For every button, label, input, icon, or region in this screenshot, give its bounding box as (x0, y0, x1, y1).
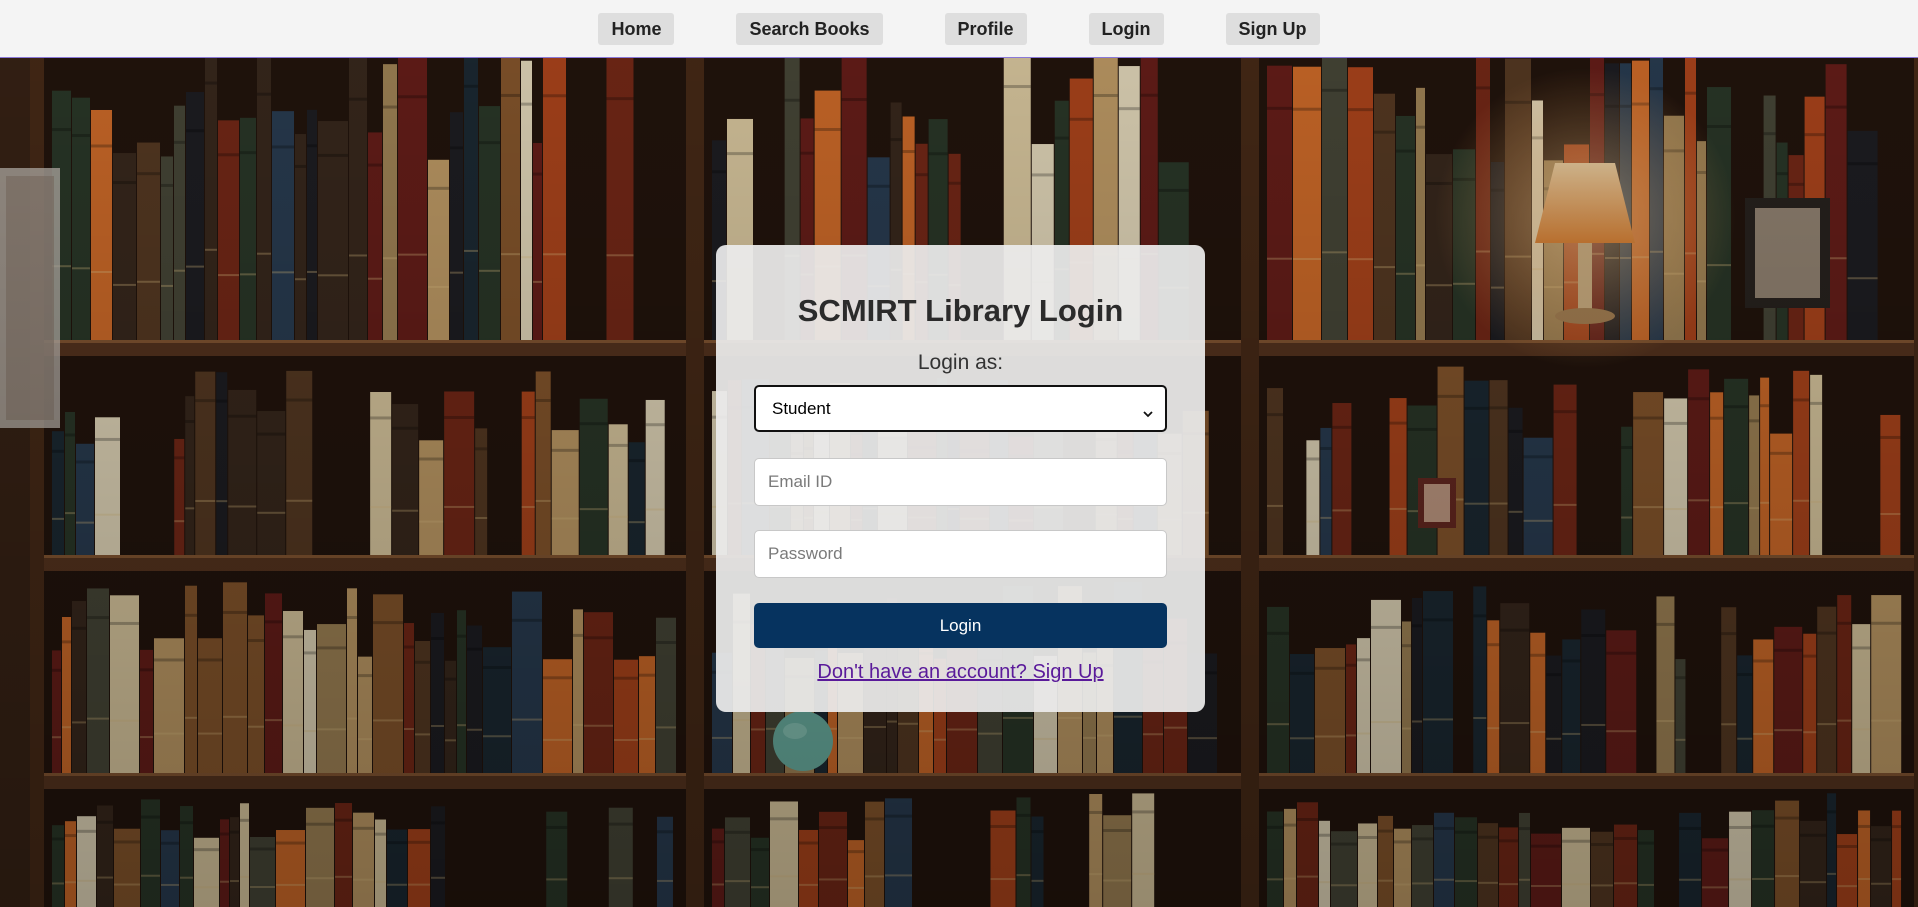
login-submit-button[interactable]: Login (754, 603, 1167, 648)
top-nav: Home Search Books Profile Login Sign Up (0, 0, 1918, 58)
nav-search-books-button[interactable]: Search Books (736, 12, 883, 45)
chevron-down-icon (1143, 404, 1153, 417)
nav-login-button[interactable]: Login (1088, 12, 1164, 45)
email-field[interactable] (754, 458, 1167, 506)
password-field[interactable] (754, 530, 1167, 578)
role-select-value: Student (772, 398, 831, 418)
nav-profile-button[interactable]: Profile (944, 12, 1027, 45)
nav-home-button[interactable]: Home (598, 12, 675, 45)
role-label: Login as: (917, 351, 1004, 374)
login-title: SCMIRT Library Login (797, 293, 1124, 328)
login-card: SCMIRT Library Login Login as: Student L… (716, 245, 1205, 712)
signup-link[interactable]: Don't have an account? Sign Up (754, 661, 1167, 684)
nav-signup-button[interactable]: Sign Up (1225, 12, 1320, 45)
role-select[interactable]: Student (754, 385, 1167, 432)
